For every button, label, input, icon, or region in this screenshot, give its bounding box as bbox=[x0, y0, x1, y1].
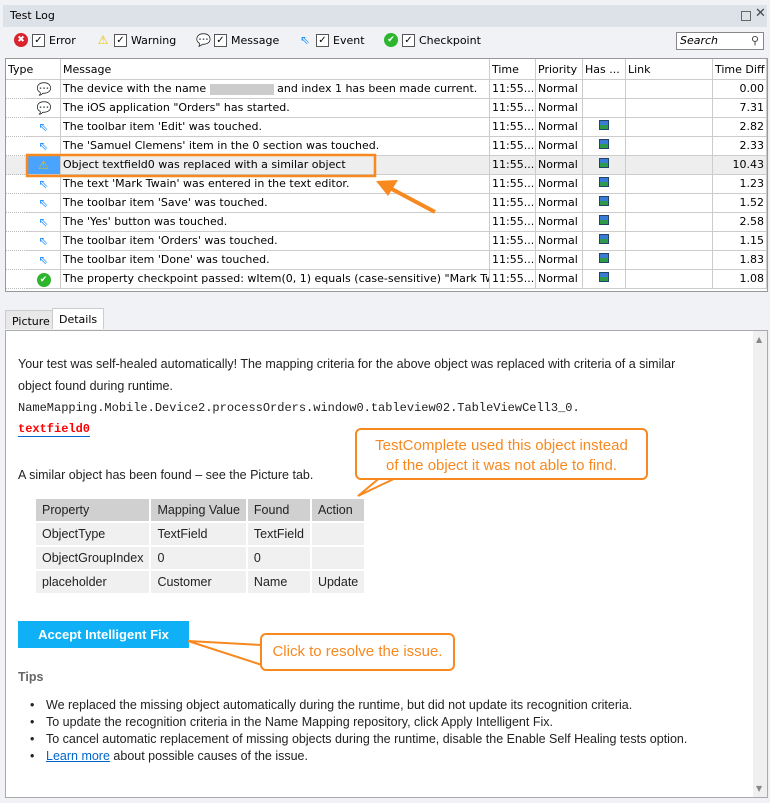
arrow-head-icon bbox=[376, 180, 398, 196]
callout-fix: Click to resolve the issue. bbox=[260, 633, 455, 671]
annotation-overlay bbox=[25, 153, 436, 667]
callout-tail bbox=[187, 640, 263, 667]
callout-object: TestComplete used this object instead of… bbox=[355, 428, 648, 480]
arrow-icon bbox=[387, 185, 436, 214]
highlight-box bbox=[25, 153, 377, 178]
